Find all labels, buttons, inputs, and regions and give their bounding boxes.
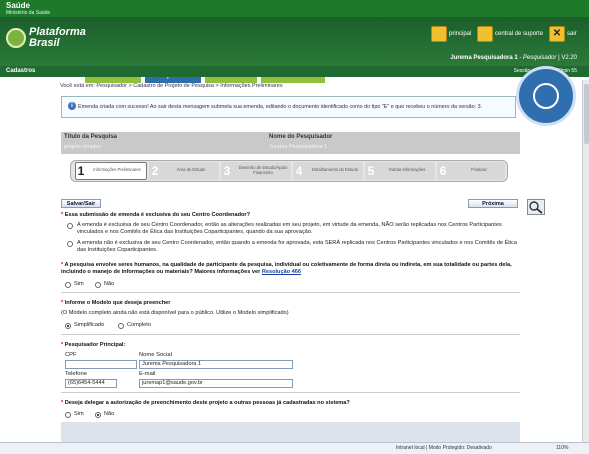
browser-page: Saúde Ministério da Saúde Plataforma Bra… [0, 0, 589, 454]
conep-seal-stamp [516, 66, 576, 126]
top-links: principal central de suporte ✕ sair [431, 26, 581, 44]
social-name-label: Nome Social [139, 352, 172, 358]
step-4[interactable]: 4 Detalhamento do Estudo [293, 162, 363, 180]
site-header: Plataforma Brasil principal central de s… [0, 17, 589, 83]
q5-label: * Deseja delegar a autorização de preenc… [61, 400, 350, 406]
divider [61, 292, 520, 293]
section-title: Cadastros [6, 68, 36, 74]
breadcrumb: Você está em: Pesquisador > Cadastro de … [60, 83, 283, 89]
success-message: Emenda criada com sucesso! Ao sair desta… [78, 104, 483, 110]
social-name-field[interactable]: Jurema Pesquisadora 1 [139, 360, 293, 369]
q5-yes-label: Sim [74, 411, 84, 417]
user-name: Jurema Pesquisadora 1 [450, 55, 518, 61]
email-label: E-mail [139, 371, 156, 377]
divider [61, 392, 520, 393]
sub-bar: Cadastros Sessão expira em: 39min 55 [0, 66, 589, 77]
scrollbar-thumb[interactable] [584, 84, 589, 144]
q3-hint: (O Modelo completo ainda não está dispon… [61, 310, 289, 316]
user-role: Pesquisador [523, 55, 557, 61]
cpf-field[interactable] [65, 360, 137, 369]
q3-label: * Informe o Modelo que deseja preencher [61, 300, 171, 306]
q2-yes-label: Sim [74, 281, 84, 287]
project-title-label: Título da Pesquisa [64, 134, 118, 140]
main-content: Você está em: Pesquisador > Cadastro de … [58, 80, 522, 442]
resolution-466-link[interactable]: Resolução 466 [262, 269, 301, 275]
save-exit-button[interactable]: Salvar/Sair [61, 199, 101, 208]
gov-subtitle: Ministério da Saúde [6, 10, 51, 16]
delegation-panel [61, 422, 520, 442]
phone-field[interactable]: (65)6454-5444 [65, 379, 117, 388]
support-person-icon [477, 26, 493, 42]
gov-title[interactable]: Saúde [6, 1, 30, 10]
q2-label: * A pesquisa envolve seres humanos, na q… [61, 262, 512, 275]
next-button[interactable]: Próxima [468, 199, 518, 208]
q3-simplified-label: Simplificado [74, 322, 105, 328]
cpf-label: CPF [65, 352, 77, 358]
success-message-box: i Emenda criada com sucesso! Ao sair des… [61, 96, 516, 118]
project-header: Título da Pesquisa projeto simples Nome … [61, 132, 520, 154]
q1-option-not-exclusive: A emenda não é exclusiva de seu Centro C… [77, 240, 517, 253]
researcher-value: Jurema Pesquisadora 1 [269, 144, 328, 150]
gov-bar: Saúde Ministério da Saúde [0, 0, 589, 17]
step-5[interactable]: 5 Outras Informações [365, 162, 435, 180]
step-6[interactable]: 6 Finalizar [437, 162, 505, 180]
logo-line-2: Brasil [29, 37, 60, 49]
q2-radio-no[interactable] [95, 282, 101, 288]
step-1[interactable]: 1 Informações Preliminares [75, 162, 147, 180]
user-info: Jurema Pesquisadora 1 - Pesquisador | V2… [450, 55, 577, 61]
phone-label: Telefone [65, 371, 87, 377]
q5-no-label: Não [104, 411, 115, 417]
step-2[interactable]: 2 Área de Estudo [149, 162, 219, 180]
magnifier-icon[interactable] [527, 199, 545, 215]
q1-label: * Essa submissão de emenda é exclusiva d… [61, 212, 251, 218]
vertical-scrollbar[interactable] [582, 80, 589, 442]
q5-radio-yes[interactable] [65, 412, 71, 418]
project-title-value: projeto simples [64, 144, 101, 150]
zoom-level[interactable]: 110% [556, 445, 568, 451]
close-icon: ✕ [549, 26, 565, 42]
email-field[interactable]: juremap1@saude.gov.br [139, 379, 293, 388]
q1-radio-exclusive[interactable] [67, 223, 73, 229]
q1-radio-not-exclusive[interactable] [67, 241, 73, 247]
q2-radio-yes[interactable] [65, 282, 71, 288]
q1-option-exclusive: A emenda é exclusiva de seu Centro Coord… [77, 222, 502, 235]
researcher-label: Nome do Pesquisador [269, 134, 333, 140]
step-3[interactable]: 3 Desenho de Estudo/Apoio Financeiro [221, 162, 291, 180]
q3-radio-simplified[interactable] [65, 323, 71, 329]
q3-complete-label: Completo [127, 322, 151, 328]
q5-radio-no[interactable] [95, 412, 101, 418]
logo-emblem-icon [6, 28, 26, 48]
q3-radio-complete[interactable] [118, 323, 124, 329]
q4-label: * Pesquisador Principal: [61, 342, 126, 348]
security-zone: Intranet local | Modo Protegido: Desativ… [396, 445, 492, 451]
app-version: V2.20 [561, 55, 577, 61]
wizard-steps: 1 Informações Preliminares 2 Área de Est… [70, 160, 508, 182]
home-icon [431, 26, 447, 42]
divider [61, 334, 520, 335]
info-icon: i [68, 102, 76, 110]
browser-status-bar: Intranet local | Modo Protegido: Desativ… [0, 442, 589, 454]
q2-no-label: Não [104, 281, 115, 287]
plataforma-brasil-logo[interactable]: Plataforma Brasil [6, 26, 86, 52]
